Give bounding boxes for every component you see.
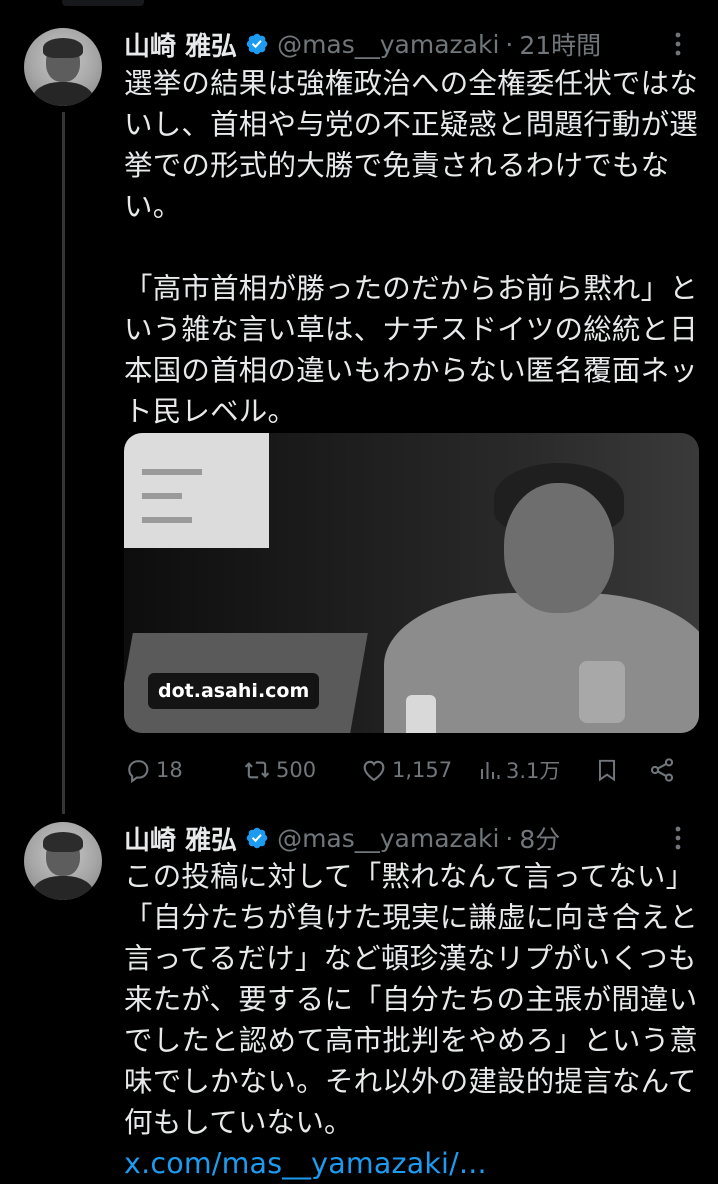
- more-vertical-icon[interactable]: [664, 26, 692, 62]
- author-name[interactable]: 山崎 雅弘: [124, 820, 237, 857]
- bookmark-icon: [594, 756, 620, 784]
- reply-button[interactable]: 18: [124, 752, 183, 788]
- views-count: 3.1万: [506, 759, 561, 783]
- reply-icon: [124, 756, 152, 784]
- media-source-label[interactable]: dot.asahi.com: [148, 673, 320, 709]
- tweet-link[interactable]: x.com/mas__yamazaki/...: [124, 1147, 487, 1180]
- tweet-header: 山崎 雅弘 @mas__yamazaki · 21時間: [124, 26, 601, 62]
- separator-dot: ·: [505, 823, 514, 853]
- author-handle[interactable]: @mas__yamazaki: [277, 30, 499, 59]
- verified-badge-icon: [245, 826, 269, 850]
- views-button[interactable]: 3.1万: [478, 752, 560, 788]
- thread-connector-line: [62, 112, 65, 814]
- avatar[interactable]: [24, 28, 102, 106]
- share-icon: [648, 756, 676, 784]
- author-handle[interactable]: @mas__yamazaki: [277, 824, 499, 853]
- heart-icon: [360, 756, 388, 784]
- separator-dot: ·: [505, 29, 514, 59]
- views-chart-icon: [478, 756, 502, 784]
- tweet-text: この投稿に対して「黙れなんて言ってない」「自分たちが負けた現実に謙虚に向き合えと…: [124, 856, 704, 1184]
- tweet-actions: 18 500 1,157 3.1万: [124, 752, 694, 788]
- like-button[interactable]: 1,157: [360, 752, 452, 788]
- tweet-header: 山崎 雅弘 @mas__yamazaki · 8分: [124, 820, 560, 856]
- retweet-count: 500: [276, 758, 317, 782]
- retweet-icon: [242, 756, 272, 784]
- tweet-timestamp[interactable]: 21時間: [519, 26, 601, 62]
- tweet-text: 選挙の結果は強権政治への全権委任状ではないし、首相や与党の不正疑惑と問題行動が選…: [124, 67, 699, 428]
- more-vertical-icon[interactable]: [664, 820, 692, 856]
- bookmark-button[interactable]: [594, 752, 620, 788]
- reply-count: 18: [156, 758, 183, 782]
- retweet-button[interactable]: 500: [242, 752, 316, 788]
- avatar[interactable]: [24, 822, 102, 900]
- like-count: 1,157: [392, 758, 453, 782]
- previous-tweet-stub: [62, 0, 144, 6]
- share-button[interactable]: [648, 752, 676, 788]
- verified-badge-icon: [245, 32, 269, 56]
- author-name[interactable]: 山崎 雅弘: [124, 26, 237, 63]
- tweet-body: この投稿に対して「黙れなんて言ってない」「自分たちが負けた現実に謙虚に向き合えと…: [124, 860, 699, 1139]
- tweet-timestamp[interactable]: 8分: [519, 820, 560, 856]
